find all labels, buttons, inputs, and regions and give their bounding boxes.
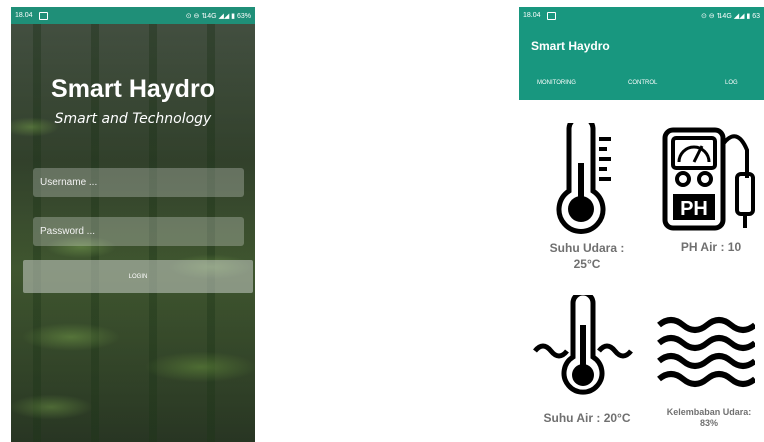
image-notification-icon <box>546 11 556 20</box>
app-subtitle: Smart and Technology <box>54 111 212 127</box>
svg-text:PH: PH <box>680 198 708 220</box>
tab-control[interactable]: CONTROL <box>628 80 657 86</box>
image-notification-icon <box>38 11 48 20</box>
thermometer-icon <box>556 123 611 234</box>
password-input[interactable] <box>33 217 244 246</box>
status-indicators: ⊙ ⊖ ⇅4G ◢◢ ▮ 63 <box>700 12 760 20</box>
tab-bar: MONITORING CONTROL LOG <box>519 77 764 93</box>
humidity-title: Kelembaban Udara: <box>666 407 752 417</box>
status-indicators: ⊙ ⊖ ⇅4G ◢◢ ▮ 63% <box>185 12 251 20</box>
status-bar: 18.04 ⊙ ⊖ ⇅4G ◢◢ ▮ 63 <box>519 7 764 24</box>
username-input[interactable] <box>33 168 244 197</box>
app-header: 18.04 ⊙ ⊖ ⇅4G ◢◢ ▮ 63 Smart Haydro MONIT… <box>519 7 764 100</box>
water-temperature-label: Suhu Air : 20°C <box>543 411 631 425</box>
monitoring-screen: 18.04 ⊙ ⊖ ⇅4G ◢◢ ▮ 63 Smart Haydro MONIT… <box>519 7 764 442</box>
login-button[interactable]: LOGIN <box>23 260 253 293</box>
humidity-value: 83% <box>699 418 718 428</box>
status-time: 18.04 <box>15 12 33 19</box>
air-temperature-value: 25°C <box>573 257 601 271</box>
waves-icon <box>657 317 755 387</box>
ph-label: PH Air : 10 <box>680 240 742 254</box>
humidity-label: Kelembaban Udara: 83% <box>654 407 764 429</box>
air-temperature-title: Suhu Udara : <box>549 241 625 255</box>
air-temperature-label: Suhu Udara : 25°C <box>532 240 642 272</box>
status-bar: 18.04 ⊙ ⊖ ⇅4G ◢◢ ▮ 63% <box>11 7 255 24</box>
ph-meter-icon: PH <box>662 127 755 231</box>
water-thermometer-icon <box>533 295 633 395</box>
status-time: 18.04 <box>523 12 541 19</box>
tab-monitoring[interactable]: MONITORING <box>537 80 576 86</box>
toolbar-title: Smart Haydro <box>531 39 610 53</box>
tab-log[interactable]: LOG <box>725 80 738 86</box>
app-title: Smart Haydro <box>51 75 215 103</box>
login-screen: 18.04 ⊙ ⊖ ⇅4G ◢◢ ▮ 63% Smart Haydro Smar… <box>11 7 255 442</box>
